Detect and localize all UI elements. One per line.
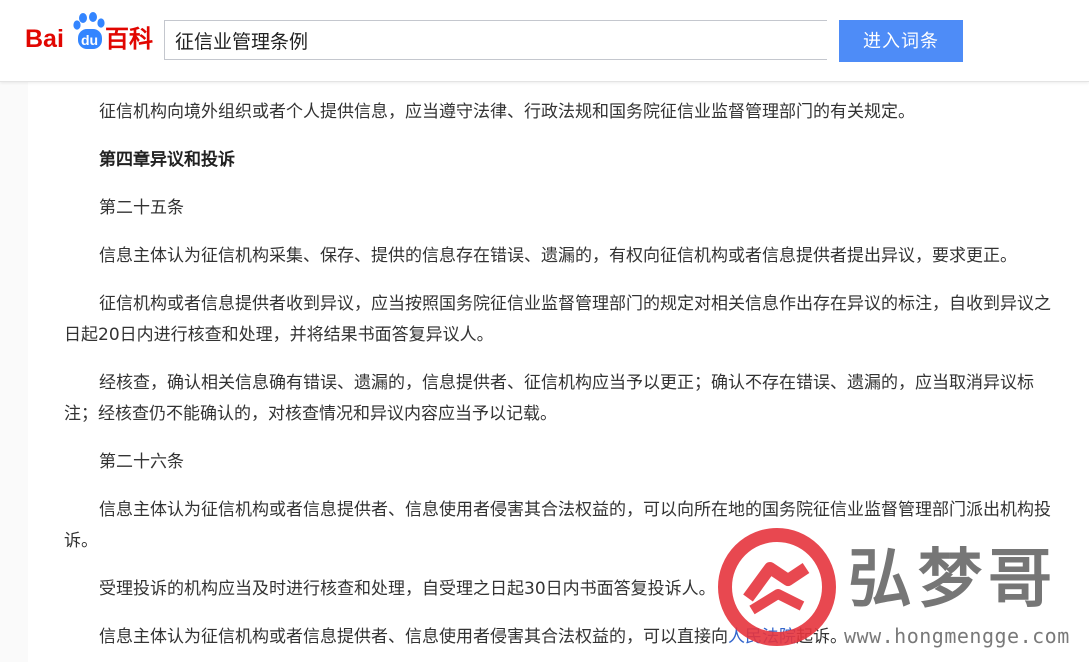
watermark-text: 弘梦哥	[848, 543, 1058, 617]
chapter-heading: 第四章异议和投诉	[99, 150, 235, 170]
article-number: 第二十五条	[99, 198, 184, 218]
paragraph: 征信机构向境外组织或者个人提供信息，应当遵守法律、行政法规和国务院征信业监督管理…	[99, 102, 915, 122]
svg-text:百科: 百科	[105, 25, 153, 53]
baidu-baike-logo[interactable]: Bai du 百科	[25, 12, 155, 58]
enter-entry-button[interactable]: 进入词条	[839, 20, 963, 62]
paragraph: 经核查，确认相关信息确有错误、遗漏的，信息提供者、征信机构应当予以更正；确认不存…	[64, 373, 1034, 424]
svg-text:du: du	[81, 32, 98, 48]
article-number: 第二十六条	[99, 452, 184, 472]
paragraph: 信息主体认为征信机构采集、保存、提供的信息存在错误、遗漏的，有权向征信机构或者信…	[99, 246, 1017, 266]
watermark-logo-icon	[718, 528, 836, 646]
watermark-url: www.hongmengge.com	[844, 624, 1070, 648]
paragraph: 征信机构或者信息提供者收到异议，应当按照国务院征信业监督管理部门的规定对相关信息…	[64, 294, 1051, 345]
paragraph-text: 信息主体认为征信机构或者信息提供者、信息使用者侵害其合法权益的，可以直接向	[99, 627, 728, 647]
top-header: Bai du 百科 进入词条	[0, 0, 1089, 82]
svg-text:Bai: Bai	[25, 25, 64, 53]
search-input[interactable]	[164, 20, 827, 60]
